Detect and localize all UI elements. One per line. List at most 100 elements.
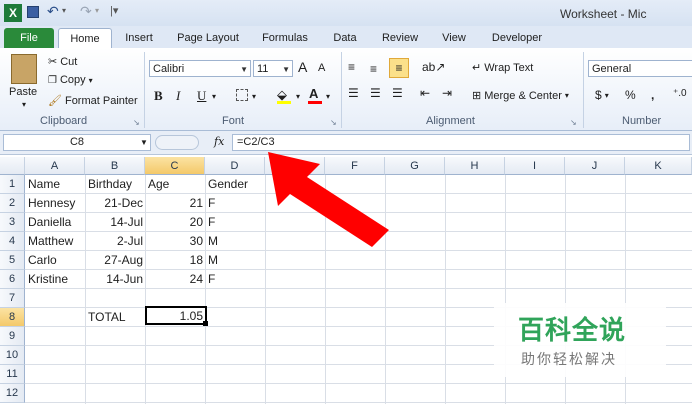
tab-data[interactable]: Data — [322, 28, 368, 48]
column-header-d[interactable]: D — [205, 157, 265, 175]
paste-button[interactable]: Paste — [9, 86, 37, 98]
row-header-3[interactable]: 3 — [0, 213, 25, 232]
undo-dropdown-icon[interactable]: ▾ — [62, 6, 66, 15]
redo-icon[interactable]: ↷ — [80, 3, 92, 20]
insert-function-button[interactable]: fx — [214, 135, 224, 148]
formula-input[interactable]: =C2/C3 — [232, 134, 690, 151]
column-header-h[interactable]: H — [445, 157, 505, 175]
column-header-a[interactable]: A — [25, 157, 85, 175]
alignment-launcher-icon[interactable]: ↘ — [570, 118, 577, 127]
italic-button[interactable]: I — [176, 88, 180, 104]
cell-c4[interactable]: 30 — [146, 232, 203, 251]
cell-b4[interactable]: 2-Jul — [86, 232, 143, 251]
percent-button[interactable]: % — [625, 88, 636, 102]
tab-home[interactable]: Home — [58, 28, 112, 50]
font-color-dropdown-icon[interactable]: ▾ — [326, 92, 330, 101]
clipboard-launcher-icon[interactable]: ↘ — [133, 118, 140, 127]
cell-d4[interactable]: M — [208, 232, 264, 251]
cell-d5[interactable]: M — [208, 251, 264, 270]
name-box[interactable]: C8 — [3, 134, 151, 151]
save-icon[interactable] — [27, 6, 39, 18]
font-size-dropdown[interactable]: 11 ▼ — [253, 60, 293, 77]
comma-button[interactable]: , — [651, 88, 654, 102]
cell-a3[interactable]: Daniella — [28, 213, 84, 232]
align-right-icon[interactable]: ☰ — [392, 86, 403, 100]
excel-icon[interactable]: X — [4, 4, 22, 22]
column-header-k[interactable]: K — [625, 157, 692, 175]
select-all-corner[interactable] — [0, 157, 25, 175]
column-header-j[interactable]: J — [565, 157, 625, 175]
tab-formulas[interactable]: Formulas — [254, 28, 316, 48]
undo-icon[interactable]: ↶ — [47, 3, 59, 20]
column-header-g[interactable]: G — [385, 157, 445, 175]
cell-b2[interactable]: 21-Dec — [86, 194, 143, 213]
cut-button[interactable]: ✂ Cut — [48, 55, 77, 69]
borders-icon[interactable] — [236, 89, 248, 101]
cell-c5[interactable]: 18 — [146, 251, 203, 270]
formula-bar-handle[interactable] — [155, 135, 199, 150]
row-header-5[interactable]: 5 — [0, 251, 25, 270]
underline-dropdown-icon[interactable]: ▾ — [212, 92, 216, 101]
wrap-text-button[interactable]: ↵ Wrap Text — [472, 61, 533, 75]
orientation-icon[interactable]: ab↗ — [422, 60, 445, 74]
fill-color-dropdown-icon[interactable]: ▾ — [296, 92, 300, 101]
cell-a2[interactable]: Hennesy — [28, 194, 84, 213]
decrease-indent-icon[interactable]: ⇤ — [420, 86, 430, 100]
column-header-c[interactable]: C — [145, 157, 205, 175]
row-header-2[interactable]: 2 — [0, 194, 25, 213]
active-cell-border[interactable] — [145, 306, 207, 325]
cell-a6[interactable]: Kristine — [28, 270, 84, 289]
row-header-11[interactable]: 11 — [0, 365, 25, 384]
bold-button[interactable]: B — [154, 88, 163, 104]
increase-decimal-icon[interactable]: ⁺.0 — [673, 88, 687, 99]
column-header-i[interactable]: I — [505, 157, 565, 175]
name-box-dropdown-icon[interactable]: ▼ — [140, 138, 148, 147]
cell-b6[interactable]: 14-Jun — [86, 270, 143, 289]
row-header-12[interactable]: 12 — [0, 384, 25, 403]
format-painter-button[interactable]: 🖌 Format Painter — [48, 94, 138, 108]
align-bottom-icon[interactable]: ≡ — [389, 58, 409, 78]
tab-insert[interactable]: Insert — [116, 28, 162, 48]
cell-b8[interactable]: TOTAL — [88, 308, 144, 327]
row-header-6[interactable]: 6 — [0, 270, 25, 289]
align-center-icon[interactable]: ☰ — [370, 86, 381, 100]
tab-page-layout[interactable]: Page Layout — [170, 28, 246, 48]
align-top-icon[interactable]: ≡ — [348, 60, 355, 74]
shrink-font-button[interactable]: A — [318, 62, 325, 74]
cell-b3[interactable]: 14-Jul — [86, 213, 143, 232]
row-header-1[interactable]: 1 — [0, 175, 25, 194]
row-header-8[interactable]: 8 — [0, 308, 25, 327]
row-header-10[interactable]: 10 — [0, 346, 25, 365]
cell-c1[interactable]: Age — [148, 175, 204, 194]
copy-button[interactable]: ❐ Copy ▾ — [48, 74, 93, 86]
cell-a5[interactable]: Carlo — [28, 251, 84, 270]
font-name-dropdown[interactable]: Calibri ▼ — [149, 60, 251, 77]
fill-handle[interactable] — [203, 321, 208, 326]
tab-developer[interactable]: Developer — [484, 28, 550, 48]
tab-review[interactable]: Review — [374, 28, 426, 48]
row-header-4[interactable]: 4 — [0, 232, 25, 251]
cell-d3[interactable]: F — [208, 213, 264, 232]
cell-d1[interactable]: Gender — [208, 175, 264, 194]
underline-button[interactable]: U — [197, 88, 206, 104]
align-middle-icon[interactable]: ≡ — [370, 62, 377, 76]
cell-a4[interactable]: Matthew — [28, 232, 84, 251]
cell-c3[interactable]: 20 — [146, 213, 203, 232]
cell-a1[interactable]: Name — [28, 175, 84, 194]
customize-icon[interactable]: |▾ — [110, 4, 118, 17]
currency-button[interactable]: $ ▾ — [595, 88, 609, 102]
grow-font-button[interactable]: A — [298, 59, 307, 75]
number-format-dropdown[interactable]: General — [588, 60, 692, 77]
cell-b1[interactable]: Birthday — [88, 175, 144, 194]
row-header-9[interactable]: 9 — [0, 327, 25, 346]
tab-file[interactable]: File — [4, 28, 54, 48]
increase-indent-icon[interactable]: ⇥ — [442, 86, 452, 100]
cell-d6[interactable]: F — [208, 270, 264, 289]
row-header-7[interactable]: 7 — [0, 289, 25, 308]
tab-view[interactable]: View — [432, 28, 476, 48]
paste-dropdown-icon[interactable]: ▾ — [22, 100, 26, 109]
redo-dropdown-icon[interactable]: ▾ — [95, 6, 99, 15]
cell-d2[interactable]: F — [208, 194, 264, 213]
cell-c2[interactable]: 21 — [146, 194, 203, 213]
borders-dropdown-icon[interactable]: ▾ — [252, 92, 256, 101]
